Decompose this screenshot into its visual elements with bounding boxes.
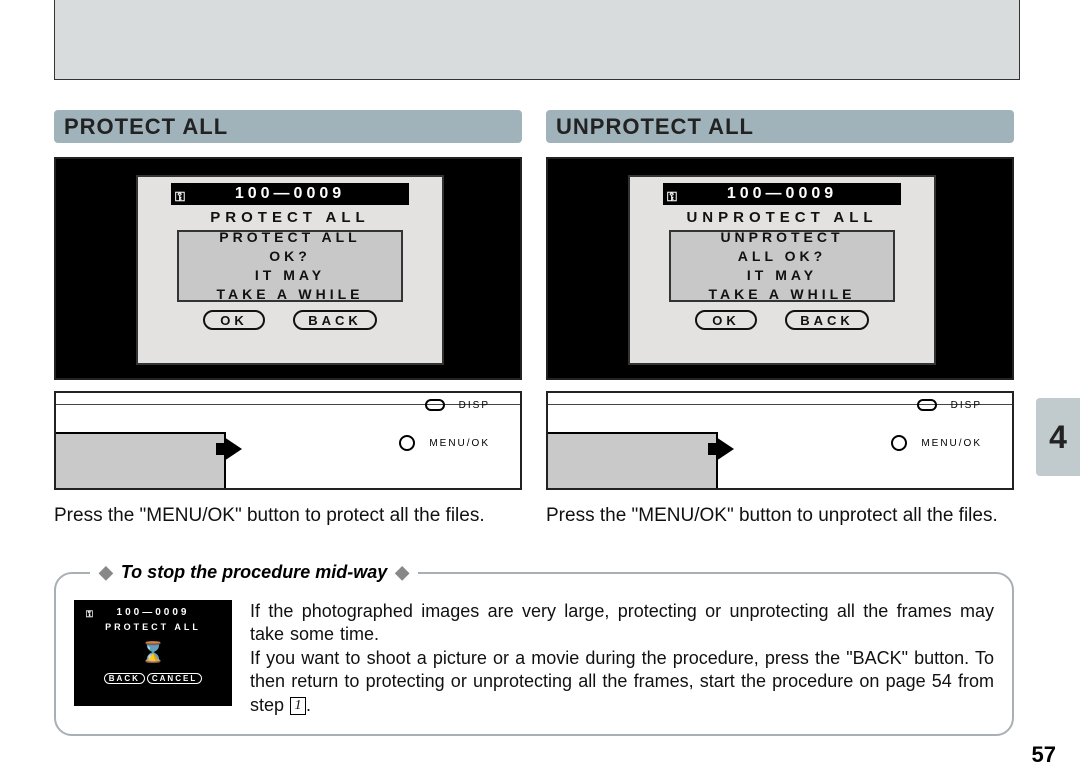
step-number-box: 1 [290, 697, 306, 715]
mini-file-number: 100—0009 [117, 607, 190, 618]
protect-lcd-screen: ⚿ 100—0009 PROTECT ALL PROTECT ALL OK? I… [54, 157, 522, 380]
hourglass-icon: ⌛ [84, 640, 222, 665]
unprotect-header-text: UNPROTECT ALL [556, 114, 754, 140]
tip-title: ◆ To stop the procedure mid-way ◆ [90, 562, 418, 583]
chapter-tab: 4 [1036, 398, 1080, 476]
arrow-right-icon [716, 437, 734, 461]
disp-button-icon [917, 399, 937, 411]
disp-label: DISP [951, 400, 982, 411]
disp-label: DISP [459, 400, 490, 411]
unprotect-lcd-screen: ⚿ 100—0009 UNPROTECT ALL UNPROTECT ALL O… [546, 157, 1014, 380]
unprotect-section: UNPROTECT ALL ⚿ 100—0009 UNPROTECT ALL U… [546, 110, 1014, 528]
unprotect-instruction: Press the "MENU/OK" button to unprotect … [546, 504, 1014, 528]
key-icon: ⚿ [667, 186, 677, 208]
unprotect-camera-illustration: DISP MENU/OK [546, 391, 1014, 490]
unprotect-back-button[interactable]: BACK [785, 310, 869, 330]
unprotect-header: UNPROTECT ALL [546, 110, 1014, 143]
protect-dialog-line1: PROTECT ALL [219, 228, 360, 247]
unprotect-dialog-line4: TAKE A WHILE [708, 285, 855, 304]
menu-ok-label: MENU/OK [429, 438, 490, 449]
unprotect-dialog-line3: IT MAY [747, 266, 817, 285]
menu-ok-button-icon [399, 435, 415, 451]
protect-file-number: 100—0009 [235, 185, 345, 202]
diamond-icon: ◆ [395, 562, 409, 582]
unprotect-lcd-inner: ⚿ 100—0009 UNPROTECT ALL UNPROTECT ALL O… [628, 175, 936, 365]
protect-camera-illustration: DISP MENU/OK [54, 391, 522, 490]
protect-instruction: Press the "MENU/OK" button to protect al… [54, 504, 522, 528]
protect-screen-title: PROTECT ALL [138, 209, 442, 226]
protect-file-number-bar: ⚿ 100—0009 [171, 183, 409, 205]
page-number: 57 [1032, 742, 1056, 768]
unprotect-dialog-line2: ALL OK? [738, 247, 826, 266]
protect-header: PROTECT ALL [54, 110, 522, 143]
unprotect-dialog: UNPROTECT ALL OK? IT MAY TAKE A WHILE [669, 230, 895, 302]
protect-dialog-line3: IT MAY [255, 266, 325, 285]
unprotect-ok-button[interactable]: OK [695, 310, 757, 330]
mini-lcd: ⚿ 100—0009 PROTECT ALL ⌛ BACK CANCEL [74, 600, 232, 706]
menu-ok-button-icon [891, 435, 907, 451]
protect-lcd-inner: ⚿ 100—0009 PROTECT ALL PROTECT ALL OK? I… [136, 175, 444, 365]
mini-file-number-bar: ⚿ 100—0009 [84, 606, 222, 620]
diamond-icon: ◆ [99, 562, 113, 582]
mini-cancel-button: CANCEL [147, 673, 202, 684]
protect-dialog-line2: OK? [269, 247, 311, 266]
protect-header-text: PROTECT ALL [64, 114, 228, 140]
tip-text-1: If the photographed images are very larg… [250, 601, 994, 644]
protect-section: PROTECT ALL ⚿ 100—0009 PROTECT ALL PROTE… [54, 110, 522, 528]
tip-title-text: To stop the procedure mid-way [121, 562, 387, 582]
unprotect-file-number-bar: ⚿ 100—0009 [663, 183, 901, 205]
key-icon: ⚿ [86, 607, 93, 621]
tip-text: If the photographed images are very larg… [250, 600, 994, 717]
disp-button-icon [425, 399, 445, 411]
unprotect-file-number: 100—0009 [727, 185, 837, 202]
mini-screen-title: PROTECT ALL [84, 622, 222, 632]
protect-back-button[interactable]: BACK [293, 310, 377, 330]
protect-dialog: PROTECT ALL OK? IT MAY TAKE A WHILE [177, 230, 403, 302]
arrow-right-icon [224, 437, 242, 461]
tip-box: ◆ To stop the procedure mid-way ◆ ⚿ 100—… [54, 572, 1014, 736]
mini-back-button: BACK [104, 673, 145, 684]
unprotect-screen-title: UNPROTECT ALL [630, 209, 934, 226]
key-icon: ⚿ [175, 186, 185, 208]
tip-text-2b: . [306, 695, 311, 715]
top-header-bar [54, 0, 1020, 80]
protect-dialog-line4: TAKE A WHILE [216, 285, 363, 304]
menu-ok-label: MENU/OK [921, 438, 982, 449]
protect-ok-button[interactable]: OK [203, 310, 265, 330]
unprotect-dialog-line1: UNPROTECT [720, 228, 843, 247]
tip-text-2a: If you want to shoot a picture or a movi… [250, 648, 994, 715]
